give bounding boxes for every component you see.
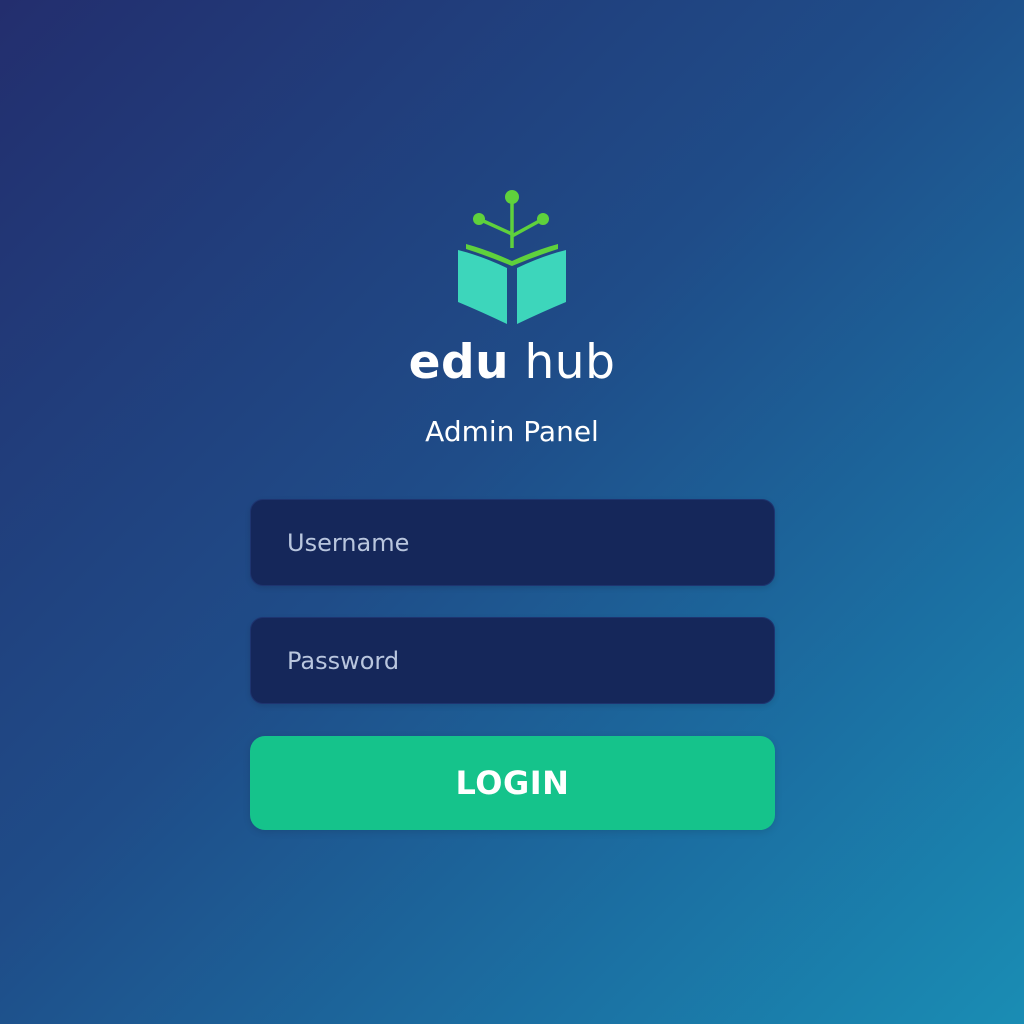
- password-input[interactable]: [250, 617, 775, 704]
- brand-wordmark: edu hub: [0, 334, 1024, 392]
- sprout-icon: [466, 190, 558, 266]
- brand-name-hub: hub: [524, 335, 616, 390]
- login-button[interactable]: LOGIN: [250, 736, 775, 830]
- brand-name-edu: edu: [408, 335, 510, 390]
- username-input[interactable]: [250, 499, 775, 586]
- page-subtitle: Admin Panel: [425, 415, 599, 448]
- book-with-sprout-icon: [458, 190, 566, 324]
